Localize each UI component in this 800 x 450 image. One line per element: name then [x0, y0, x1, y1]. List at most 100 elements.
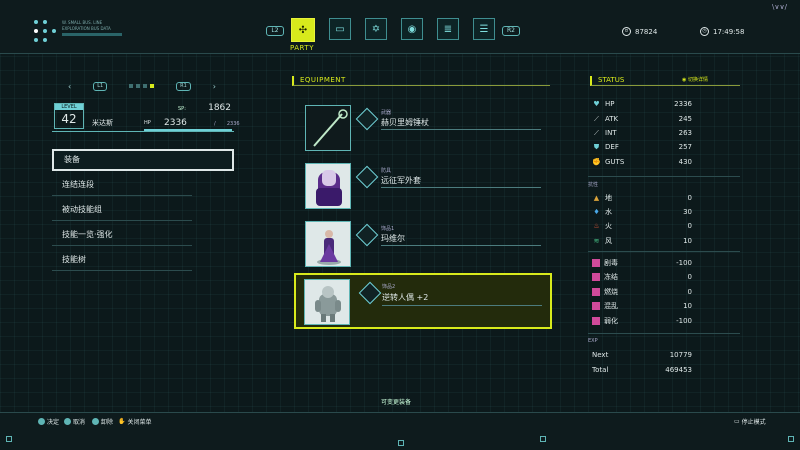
poison-icon [592, 259, 600, 267]
switch-detail-label: 切换详情 [687, 77, 708, 83]
resist-row-earth: ▲ 地 0 [592, 192, 692, 204]
resist-row-fire: ♨ 火 0 [592, 220, 692, 232]
stat-label: ATK [605, 115, 619, 123]
unequip-button-icon [92, 418, 99, 425]
ailment-label: 冻结 [604, 273, 618, 281]
confirm-hint[interactable]: 决定 [38, 417, 59, 426]
hp-label: HP [144, 120, 151, 126]
stat-value: 2336 [674, 100, 692, 108]
party-icon: ✣ [298, 24, 308, 36]
sp-value: 1862 [208, 103, 231, 113]
menu-dots-icon[interactable] [34, 20, 56, 46]
status-header: STATUS ◉ 切换详情 [590, 76, 740, 86]
stat-label: INT [605, 129, 617, 137]
stat-value: 263 [678, 129, 692, 137]
touchpad-icon: ✋ [118, 418, 126, 425]
unequip-label: 卸除 [101, 419, 114, 426]
ailment-value: 0 [687, 288, 692, 296]
change-equipment-hint: 可变更装备 [381, 399, 412, 406]
ailment-label: 剧毒 [604, 259, 618, 267]
party-menu: 装备 连结连段 被动技能组 技能一览·强化 技能树 [52, 149, 234, 274]
equip-slot-armor[interactable]: 防具 远征军外套 [300, 160, 548, 212]
character-card: LEVEL 42 米达斯 SP: 1862 HP 2336 / 2336 [52, 100, 240, 132]
stat-value: 257 [678, 143, 692, 151]
divider [588, 333, 740, 334]
ailment-value: -100 [676, 317, 692, 325]
chevron-left-icon[interactable]: ‹ [68, 82, 71, 91]
weapon-image [305, 105, 351, 151]
resist-label: 火 [605, 222, 612, 230]
weapon-slot-icon [355, 107, 379, 131]
hp-max-value: 2336 [226, 121, 240, 127]
tab-card[interactable]: ▭ [329, 18, 351, 40]
shoulder-r1-button[interactable]: R1 [176, 81, 191, 91]
slot-item-name: 玛维尔 [381, 234, 405, 243]
equip-slot-accessory-2[interactable]: 饰品2 逆转人偶 +2 [294, 273, 552, 329]
settings-icon: ☰ [479, 23, 489, 35]
tab-emblem[interactable]: ✡ [365, 18, 387, 40]
menu-item-skill-tree[interactable]: 技能树 [52, 249, 192, 271]
resist-label: 水 [605, 208, 612, 216]
level-box: LEVEL 42 [54, 103, 84, 129]
system-info-line-2: EXPLORATION BUS DATA [62, 26, 111, 31]
armor-image [305, 163, 351, 209]
cancel-hint[interactable]: 取消 [64, 417, 85, 426]
unequip-hint[interactable]: 卸除 [92, 417, 113, 426]
divider [588, 176, 740, 177]
tab-party[interactable]: ✣ [291, 18, 315, 42]
divider [588, 251, 740, 252]
clock-icon: ◷ [700, 27, 709, 36]
resist-row-wind: ≋ 风 10 [592, 235, 692, 247]
menu-item-passive-skills[interactable]: 被动技能组 [52, 199, 192, 221]
menu-item-skill-list[interactable]: 技能一览·强化 [52, 224, 192, 246]
exp-next-row: Next 10779 [592, 349, 692, 361]
shoulder-r2-button[interactable]: R2 [502, 26, 520, 36]
ailment-label: 燃烧 [604, 288, 618, 296]
guts-icon: ✊ [592, 157, 601, 166]
character-name: 米达斯 [92, 119, 113, 127]
resist-value: 30 [683, 208, 692, 216]
corner-badge-icon: \∨∨/ [772, 3, 787, 11]
equip-slot-weapon[interactable]: 武器 赫贝里姆锤杖 [300, 102, 548, 154]
resist-value: 0 [687, 194, 692, 202]
burn-icon [592, 288, 600, 296]
tab-bulb[interactable]: ◉ [401, 18, 423, 40]
confirm-button-icon [38, 418, 45, 425]
resist-row-water: ♦ 水 30 [592, 206, 692, 218]
chevron-right-icon[interactable]: › [213, 82, 216, 91]
weaken-icon [592, 317, 600, 325]
resist-label: 抗性 [588, 182, 599, 188]
currency-value: 87824 [635, 27, 658, 36]
ailment-row-burn: 燃烧 0 [592, 286, 692, 298]
shoulder-l1-button[interactable]: L1 [93, 81, 108, 91]
fire-icon: ♨ [593, 221, 600, 230]
slot-type: 防具 [381, 168, 392, 174]
menu-item-equipment[interactable]: 装备 [52, 149, 234, 171]
slot-type: 饰品2 [382, 284, 396, 290]
shoulder-l2-button[interactable]: L2 [266, 26, 284, 36]
play-time: ◷ 17:49:58 [700, 27, 744, 36]
shield-icon: ⛊ [593, 142, 600, 151]
exp-total-value: 469453 [665, 366, 692, 374]
slot-type: 饰品1 [381, 226, 395, 232]
switch-detail-button[interactable]: ◉ 切换详情 [682, 76, 708, 85]
confuse-icon [592, 302, 600, 310]
exp-next-value: 10779 [669, 351, 692, 359]
ailment-label: 混乱 [604, 302, 618, 310]
tab-settings[interactable]: ☰ [473, 18, 495, 40]
ailment-value: 0 [687, 273, 692, 281]
tab-list[interactable]: ≣ [437, 18, 459, 40]
ailment-row-confuse: 混乱 10 [592, 300, 692, 312]
sword-icon: ⟋ [594, 114, 599, 123]
close-menu-hint[interactable]: ✋ 关闭菜单 [118, 417, 152, 426]
stat-value: 430 [678, 158, 692, 166]
equip-slot-accessory-1[interactable]: 饰品1 玛维尔 [300, 218, 548, 270]
resist-value: 10 [683, 237, 692, 245]
stat-row-hp: ♥ HP 2336 [592, 98, 692, 110]
system-info-bar [62, 33, 122, 36]
water-icon: ♦ [593, 207, 600, 216]
stop-mode-label: 停止模式 [741, 419, 766, 426]
stop-mode-hint[interactable]: ▭ 停止模式 [734, 417, 766, 426]
menu-item-link-combo[interactable]: 连结连段 [52, 174, 192, 196]
slot-item-name: 远征军外套 [381, 176, 421, 185]
